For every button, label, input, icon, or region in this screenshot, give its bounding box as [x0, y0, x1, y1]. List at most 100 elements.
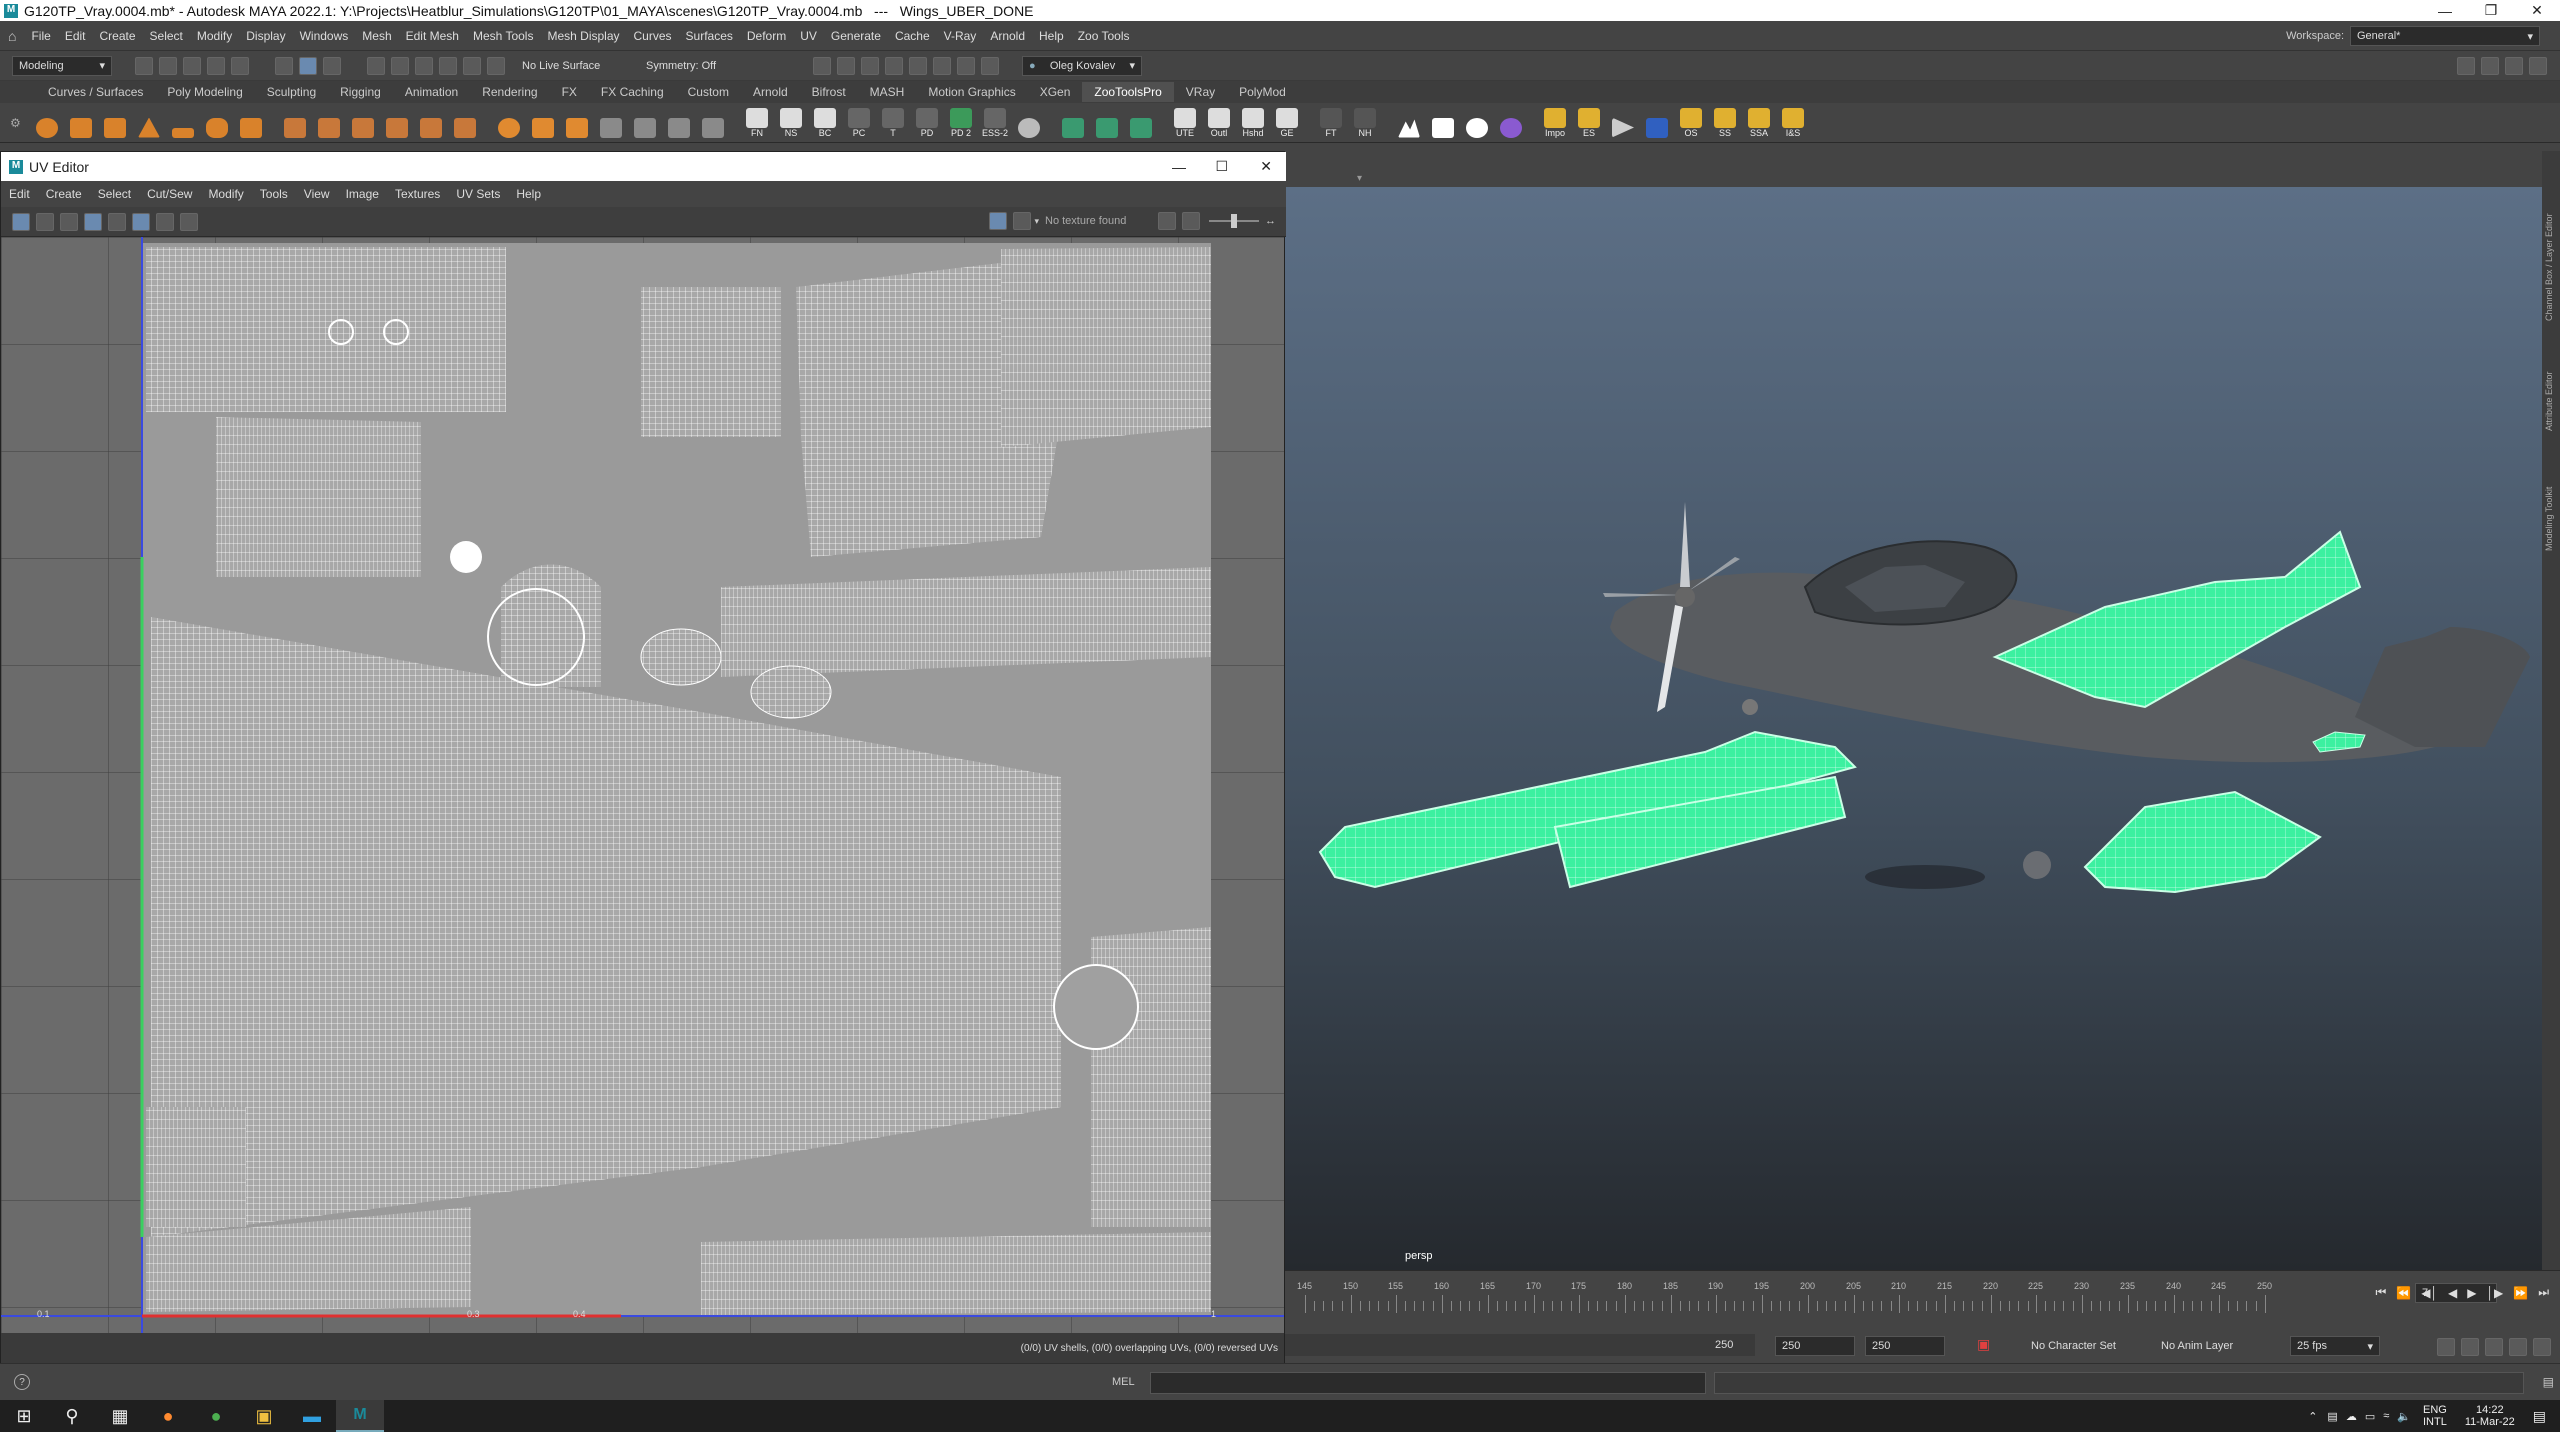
- hypershade-icon[interactable]: [909, 56, 927, 75]
- render-view-icon[interactable]: [933, 56, 951, 75]
- append-icon[interactable]: [597, 108, 625, 138]
- uv-editor-titlebar[interactable]: M UV Editor — ☐ ✕: [1, 152, 1286, 181]
- folder-os-icon[interactable]: OS: [1677, 107, 1705, 138]
- menu-zoo-tools[interactable]: Zoo Tools: [1078, 29, 1130, 43]
- shelf-settings-icon[interactable]: ⚙: [10, 116, 30, 130]
- auto-key-icon[interactable]: ▣: [1977, 1336, 1990, 1353]
- shelf-tab-custom[interactable]: Custom: [676, 82, 741, 102]
- target-weld-icon[interactable]: [699, 108, 727, 138]
- pc-icon[interactable]: PC: [845, 107, 873, 138]
- uv-layout-canvas[interactable]: [1, 237, 1284, 1333]
- hypershade-shelf-icon[interactable]: Hshd: [1239, 107, 1267, 138]
- go-to-start-icon[interactable]: ⏮: [2376, 1285, 2387, 1300]
- save-scene-icon[interactable]: [183, 56, 201, 75]
- menu-mesh-display[interactable]: Mesh Display: [547, 29, 619, 43]
- symmetry-dropdown[interactable]: Symmetry: Off: [640, 56, 760, 76]
- settings-gear-icon[interactable]: [2529, 57, 2547, 75]
- uv-shell-dot[interactable]: [450, 541, 482, 573]
- plane-green-icon[interactable]: [1093, 108, 1121, 138]
- animation-end-field[interactable]: 250: [1865, 1336, 1945, 1356]
- uv-shell-cockpit[interactable]: [641, 287, 781, 437]
- shelf-tab-vray[interactable]: VRay: [1174, 82, 1227, 102]
- poly-plane-icon[interactable]: [169, 108, 197, 138]
- loop-icon[interactable]: [2437, 1338, 2455, 1356]
- bridge-icon[interactable]: [563, 108, 591, 138]
- sound-icon[interactable]: [2485, 1338, 2503, 1356]
- menu-display[interactable]: Display: [246, 29, 285, 43]
- folder-ss-icon[interactable]: SS: [1711, 107, 1739, 138]
- menu-file[interactable]: File: [31, 29, 50, 43]
- redo-icon[interactable]: [231, 56, 249, 75]
- snap-grid-icon[interactable]: [367, 56, 385, 75]
- poly-cylinder-icon[interactable]: [101, 108, 129, 138]
- menu-create[interactable]: Create: [100, 29, 136, 43]
- camera-icon[interactable]: [1015, 108, 1043, 138]
- panel-menu-chevron-icon[interactable]: ▾: [1357, 173, 1362, 184]
- t-icon[interactable]: T: [879, 107, 907, 138]
- snap-pivot-icon[interactable]: [487, 56, 505, 75]
- folder-ssa-icon[interactable]: SSA: [1745, 107, 1773, 138]
- shelf-tab-rigging[interactable]: Rigging: [328, 82, 393, 102]
- shelf-tab-mash[interactable]: MASH: [858, 82, 917, 102]
- ute-icon[interactable]: UTE: [1171, 107, 1199, 138]
- network-icon[interactable]: ▤: [2327, 1410, 2337, 1423]
- fn-icon[interactable]: FN: [743, 107, 771, 138]
- start-icon[interactable]: ⊞: [0, 1400, 48, 1432]
- checker-pattern-icon[interactable]: [1013, 212, 1032, 230]
- uv-menu-tools[interactable]: Tools: [260, 187, 288, 201]
- menu-mesh-tools[interactable]: Mesh Tools: [473, 29, 533, 43]
- pd2-icon[interactable]: PD 2: [947, 107, 975, 138]
- uv-shell-disc[interactable]: [1053, 964, 1139, 1050]
- menu-vray[interactable]: V-Ray: [944, 29, 977, 43]
- anim-layer-dropdown[interactable]: No Anim Layer: [2155, 1336, 2265, 1356]
- menu-arnold[interactable]: Arnold: [990, 29, 1025, 43]
- menu-windows[interactable]: Windows: [300, 29, 349, 43]
- play-forward-icon[interactable]: ▶: [2467, 1286, 2476, 1300]
- uv-shell-icon[interactable]: [36, 212, 54, 231]
- vray-render-icon[interactable]: [957, 56, 975, 75]
- task-view-icon[interactable]: ▦: [96, 1400, 144, 1432]
- mel-input[interactable]: [1150, 1372, 1706, 1394]
- uv-blue-icon[interactable]: [1643, 108, 1671, 138]
- shelf-tab-bifrost[interactable]: Bifrost: [800, 82, 858, 102]
- user-dropdown[interactable]: ● Oleg Kovalev ▾: [1022, 55, 1142, 76]
- multicut-icon[interactable]: [665, 108, 693, 138]
- mel-label[interactable]: MEL: [1112, 1376, 1135, 1388]
- snap-view-icon[interactable]: [439, 56, 457, 75]
- menu-surfaces[interactable]: Surfaces: [686, 29, 733, 43]
- normals-icon[interactable]: NH: [1351, 107, 1379, 138]
- timeline-ruler[interactable]: 145 150 155 160 165 170 175 180 185 190 195 200 205 2…: [1297, 1281, 2305, 1321]
- left-tail-selected[interactable]: [2083, 790, 2322, 894]
- close-icon[interactable]: ✕: [1260, 158, 1272, 175]
- uv-shell-small[interactable]: [146, 1107, 246, 1227]
- shelf-tab-animation[interactable]: Animation: [393, 82, 470, 102]
- snap-surface-icon[interactable]: [463, 56, 481, 75]
- tab-channel-box[interactable]: Channel Box / Layer Editor: [2544, 171, 2554, 321]
- play-backward-icon[interactable]: ◀: [2448, 1286, 2457, 1300]
- select-component-icon[interactable]: [323, 56, 341, 75]
- uv-shaded-icon[interactable]: [156, 212, 174, 231]
- shelf-tab-xgen[interactable]: XGen: [1028, 82, 1083, 102]
- uv-grid-icon[interactable]: [84, 212, 102, 231]
- tab-modeling-toolkit[interactable]: Modeling Toolkit: [2544, 451, 2554, 551]
- slider-handle[interactable]: [1231, 214, 1237, 228]
- freeze-transform-icon[interactable]: FT: [1317, 107, 1345, 138]
- uv-menu-modify[interactable]: Modify: [208, 187, 243, 201]
- uv-menu-uv-sets[interactable]: UV Sets: [456, 187, 500, 201]
- range-end-field[interactable]: 250: [1775, 1336, 1855, 1356]
- shelf-tab-arnold[interactable]: Arnold: [741, 82, 800, 102]
- combine-icon[interactable]: [281, 108, 309, 138]
- extract-icon[interactable]: [349, 108, 377, 138]
- close-icon[interactable]: ✕: [2514, 0, 2560, 21]
- shelf-tab-poly-modeling[interactable]: Poly Modeling: [155, 82, 254, 102]
- select-object-icon[interactable]: [299, 56, 317, 75]
- uv-shell-wheel-pant[interactable]: [640, 628, 722, 686]
- new-scene-icon[interactable]: [135, 56, 153, 75]
- cube-green-icon[interactable]: [1059, 108, 1087, 138]
- mirror-icon[interactable]: [451, 108, 479, 138]
- smooth-icon[interactable]: [417, 108, 445, 138]
- undo-icon[interactable]: [207, 56, 225, 75]
- snap-curve-icon[interactable]: [391, 56, 409, 75]
- folder-impo-icon[interactable]: Impo: [1541, 107, 1569, 138]
- menu-edit-mesh[interactable]: Edit Mesh: [406, 29, 459, 43]
